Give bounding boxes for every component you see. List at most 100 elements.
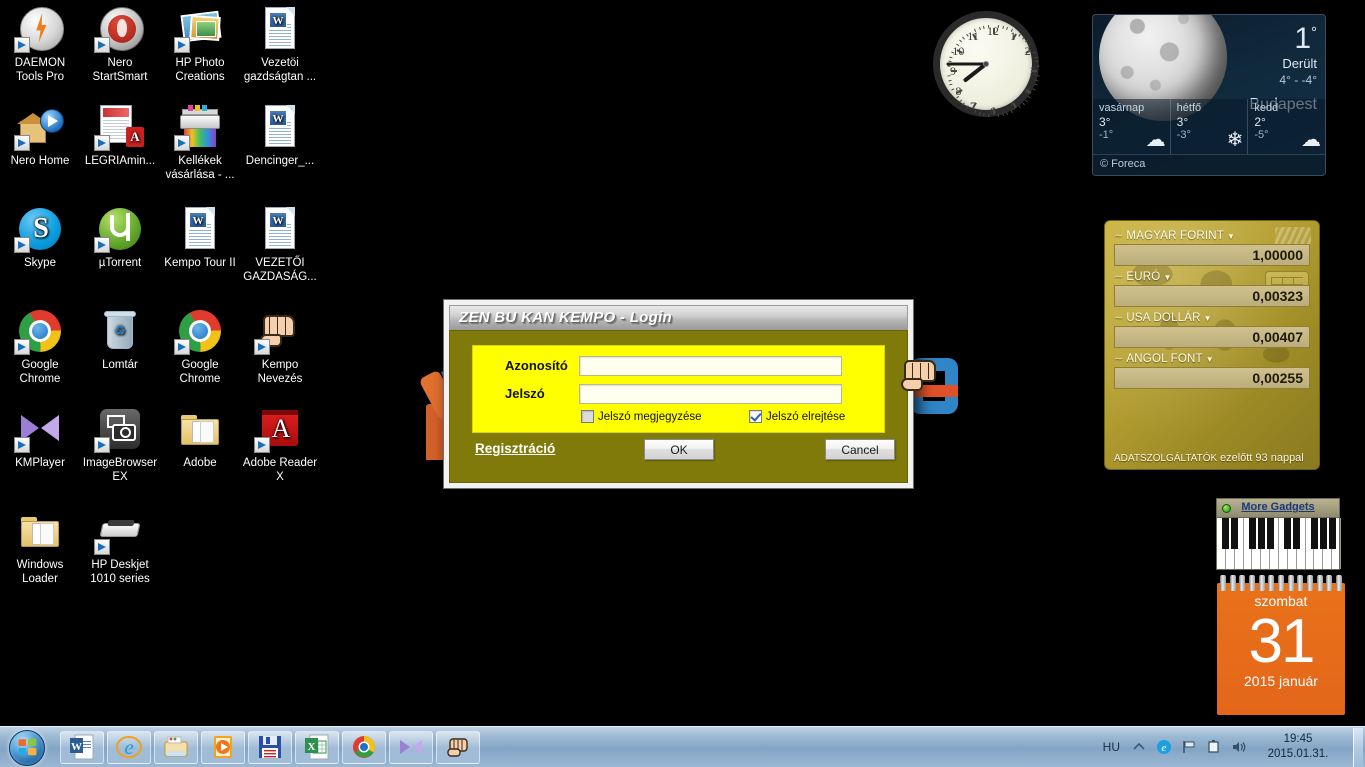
desktop-icon[interactable]: S Skype — [0, 205, 80, 270]
action-center-icon[interactable] — [1206, 739, 1222, 755]
piano-black-key[interactable] — [1248, 518, 1256, 549]
start-button[interactable] — [2, 728, 54, 767]
currency-name: ANGOL FONT — [1126, 353, 1203, 365]
desktop-icon[interactable]: DAEMON Tools Pro — [0, 5, 80, 84]
clock-tick — [1021, 102, 1025, 106]
taskbar-excel[interactable]: X — [295, 730, 339, 764]
taskbar-kempo[interactable] — [436, 730, 480, 764]
kmplayer-icon — [14, 405, 64, 453]
username-input[interactable] — [580, 357, 841, 375]
taskbar-word[interactable]: W — [60, 730, 104, 764]
piano-black-key[interactable] — [1310, 518, 1318, 549]
piano-black-key[interactable] — [1231, 518, 1239, 549]
desktop-icon[interactable]: W Kempo Tour II — [160, 205, 240, 270]
taskbar-explorer[interactable] — [154, 730, 198, 764]
internet-explorer-icon[interactable]: e — [1156, 739, 1172, 755]
desktop-icon[interactable]: Adobe — [160, 405, 240, 470]
piano-black-key[interactable] — [1266, 518, 1274, 549]
calendar-gadget[interactable]: szombat 31 2015 január — [1217, 575, 1345, 715]
piano-keys[interactable] — [1217, 518, 1341, 569]
taskbar-media-player[interactable] — [201, 730, 245, 764]
register-link[interactable]: Regisztráció — [475, 441, 555, 456]
weather-gadget[interactable]: 1° Derült 4° - -4° Budapest vasárnap3°-1… — [1092, 14, 1326, 176]
chevron-down-icon[interactable]: ▼ — [1163, 273, 1171, 282]
chevron-down-icon[interactable]: ▼ — [1227, 232, 1235, 241]
calendar-ring — [1287, 575, 1294, 591]
clock-datetime[interactable]: 19:45 2015.01.31. — [1256, 732, 1340, 762]
desktop-icon[interactable]: µTorrent — [80, 205, 160, 270]
login-dialog[interactable]: ZEN BU KAN KEMPO - Login Azonosító Jelsz… — [443, 299, 936, 489]
login-form-panel: Azonosító Jelszó Jelszó megjegyzése Jels… — [472, 345, 936, 433]
desktop-icon-label: Adobe Reader X — [242, 457, 318, 483]
desktop-icon[interactable]: A LEGRIAmin... — [80, 103, 160, 168]
currency-name: USA DOLLÁR — [1126, 312, 1201, 324]
sparkline-icon: ∼ — [1114, 312, 1124, 324]
piano-black-key[interactable] — [1284, 518, 1292, 549]
excel-icon: X — [304, 734, 330, 760]
volume-icon[interactable] — [1231, 739, 1247, 755]
desktop-icon[interactable]: Kellékek vásárlása - ... — [160, 103, 240, 182]
username-field-box[interactable] — [579, 356, 842, 376]
taskbar-kmplayer[interactable] — [389, 730, 433, 764]
desktop-icon-label: Skype — [24, 257, 56, 269]
desktop-icon[interactable]: ♻ Lomtár — [80, 307, 160, 372]
fist-icon — [254, 307, 304, 355]
more-gadgets-link[interactable]: More Gadgets — [1217, 501, 1339, 513]
currency-label-wrap[interactable]: ∼ USA DOLLÁR ▼ — [1114, 311, 1310, 324]
desktop-icon[interactable]: Nero StartSmart — [80, 5, 160, 84]
currency-value: 0,00255 — [1114, 367, 1310, 389]
desktop-icon[interactable]: HP Photo Creations — [160, 5, 240, 84]
taskbar-internet-explorer[interactable]: e — [107, 730, 151, 764]
piano-black-key[interactable] — [1293, 518, 1301, 549]
calendar-ring — [1297, 575, 1304, 591]
word-document-icon: W — [256, 103, 304, 151]
desktop-icon[interactable]: ImageBrowser EX — [80, 405, 160, 484]
desktop-icon[interactable]: Windows Loader — [0, 507, 80, 586]
chevron-down-icon[interactable]: ▼ — [1204, 314, 1212, 323]
piano-black-key[interactable] — [1328, 518, 1336, 549]
kmplayer-icon — [398, 734, 424, 760]
desktop-icon[interactable]: W Dencinger_... — [240, 103, 320, 168]
dialog-titlebar[interactable]: ZEN BU KAN KEMPO - Login — [449, 305, 908, 330]
clock-tick — [949, 56, 953, 59]
currency-row: ∼ MAGYAR FORINT ▼ 1,00000 — [1114, 229, 1310, 266]
calendar-month-year: 2015 január — [1244, 673, 1318, 689]
chevron-down-icon[interactable]: ▼ — [1206, 355, 1214, 364]
show-desktop-button[interactable] — [1353, 727, 1363, 767]
ok-button[interactable]: OK — [644, 439, 714, 460]
password-field-box[interactable] — [579, 384, 842, 404]
cancel-button[interactable]: Cancel — [825, 439, 895, 460]
currency-gadget[interactable]: ∼ MAGYAR FORINT ▼ 1,00000 ∼ EURÓ ▼ 0,00323 ∼ USA … — [1104, 220, 1320, 470]
currency-label-wrap[interactable]: ∼ EURÓ ▼ — [1114, 270, 1310, 283]
currency-label-wrap[interactable]: ∼ ANGOL FONT ▼ — [1114, 352, 1310, 365]
clock-gadget[interactable]: 121234567891011 — [930, 8, 1042, 128]
piano-black-key[interactable] — [1319, 518, 1327, 549]
clock-tick — [958, 39, 962, 43]
piano-gadget[interactable]: More Gadgets — [1216, 498, 1341, 570]
shortcut-overlay-icon — [94, 37, 110, 53]
password-input[interactable] — [580, 385, 841, 403]
network-flag-icon[interactable] — [1181, 739, 1197, 755]
desktop-icon[interactable]: W VEZETŐI GAZDASÁG... — [240, 205, 320, 284]
show-hidden-icons-chevron-icon[interactable] — [1131, 739, 1147, 755]
desktop-icon[interactable]: W Vezetöi gazdságtan ... — [240, 5, 320, 84]
taskbar-chrome[interactable] — [342, 730, 386, 764]
forecast-day: kedd 2° -5° ☁ — [1248, 99, 1325, 154]
piano-black-key[interactable] — [1222, 518, 1230, 549]
desktop-icon[interactable]: Kempo Nevezés — [240, 307, 320, 386]
language-indicator[interactable]: HU — [1103, 740, 1120, 754]
desktop-icon-label: KMPlayer — [15, 457, 65, 469]
desktop-icon-label: Nero Home — [10, 155, 70, 167]
taskbar-save-app[interactable] — [248, 730, 292, 764]
desktop-icon[interactable]: Nero Home — [0, 103, 80, 168]
piano-black-key[interactable] — [1257, 518, 1265, 549]
password-row: Jelszó — [473, 382, 884, 408]
desktop-icon[interactable]: Google Chrome — [160, 307, 240, 386]
currency-label-wrap[interactable]: ∼ MAGYAR FORINT ▼ — [1114, 229, 1310, 242]
clock-tick — [947, 74, 951, 77]
desktop-icon-label: HP Photo Creations — [175, 57, 225, 83]
desktop-icon[interactable]: HP Deskjet 1010 series — [80, 507, 160, 586]
desktop-icon[interactable]: KMPlayer — [0, 405, 80, 470]
desktop-icon[interactable]: A Adobe Reader X — [240, 405, 320, 484]
desktop-icon[interactable]: Google Chrome — [0, 307, 80, 386]
